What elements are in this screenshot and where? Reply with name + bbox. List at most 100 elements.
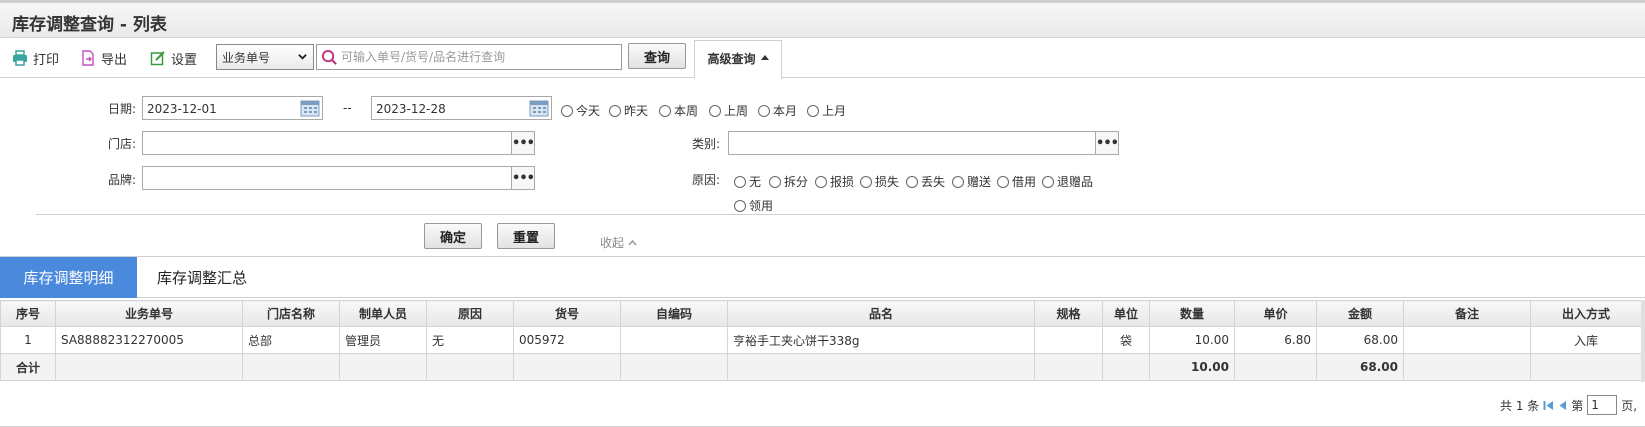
page-number-value: 1 [1591,398,1599,412]
store-picker-button[interactable]: ••• [511,131,535,155]
store-label: 门店: [108,137,137,151]
reason-lost[interactable]: 丢失 [906,173,945,190]
search-icon [321,49,337,65]
search-input[interactable] [341,48,617,66]
reason-gift[interactable]: 赠送 [952,173,991,190]
caret-up-icon [760,55,769,60]
pager: 共 1 条 第 1 页, [1500,395,1637,415]
header-qty[interactable]: 数量 [1149,300,1235,327]
reason-requisition[interactable]: 领用 [734,197,773,214]
header-remark[interactable]: 备注 [1403,300,1531,327]
header-product-name[interactable]: 品名 [727,300,1035,327]
reason-none[interactable]: 无 [734,173,761,190]
radio-label: 无 [749,175,762,189]
radio-label: 借用 [1012,175,1037,189]
header-reason[interactable]: 原因 [426,300,514,327]
total-empty [1530,353,1642,381]
date-from-value: 2023-12-01 [147,102,217,116]
date-to-field[interactable]: 2023-12-28 [371,96,552,120]
radio-circle [609,104,621,117]
reason-label: 原因: [692,173,721,187]
export-label: 导出 [101,52,128,68]
header-amount[interactable]: 金额 [1316,300,1404,327]
header-index[interactable]: 序号 [0,300,56,327]
first-page-icon[interactable] [1543,400,1554,411]
radio-label: 退赠品 [1057,175,1094,189]
search-type-select[interactable]: 业务单号 [216,44,314,70]
table-row[interactable]: 1 SA88882312270005 总部 管理员 无 005972 亨裕手工夹… [0,326,1642,354]
brand-field[interactable]: ••• [142,166,535,190]
reason-borrow[interactable]: 借用 [997,173,1036,190]
total-label: 合计 [0,353,56,381]
query-button[interactable]: 查询 [628,43,686,69]
header-store[interactable]: 门店名称 [242,300,340,327]
cell-sku: 005972 [513,326,621,354]
confirm-button[interactable]: 确定 [424,223,482,249]
cell-price: 6.80 [1234,326,1317,354]
cell-spec [1034,326,1103,354]
export-button[interactable]: 导出 [80,48,127,68]
header-sku[interactable]: 货号 [513,300,621,327]
radio-label: 领用 [749,199,774,213]
header-order-no[interactable]: 业务单号 [55,300,243,327]
prev-page-icon[interactable] [1558,400,1567,411]
print-button[interactable]: 打印 [12,48,59,68]
total-empty [513,353,621,381]
total-empty [727,353,1035,381]
date-label: 日期: [108,102,137,116]
date-from-field[interactable]: 2023-12-01 [142,96,323,120]
collapse-label: 收起 [600,236,625,250]
advanced-query-label: 高级查询 [707,52,756,66]
reason-return-gift[interactable]: 退赠品 [1042,173,1093,190]
radio-label: 昨天 [624,104,649,118]
radio-circle [807,104,819,117]
filter-divider [36,214,1645,215]
header-unit[interactable]: 单位 [1102,300,1150,327]
header-spec[interactable]: 规格 [1034,300,1103,327]
radio-label: 损失 [875,175,900,189]
radio-last-month[interactable]: 上月 [807,102,846,119]
reason-split[interactable]: 拆分 [769,173,808,190]
radio-circle [709,104,721,117]
calendar-icon[interactable] [529,99,549,117]
category-picker-button[interactable]: ••• [1095,131,1119,155]
result-tabs: 库存调整明细 库存调整汇总 [0,256,1645,298]
category-field[interactable]: ••• [728,131,1119,155]
radio-label: 赠送 [967,175,992,189]
tab-detail[interactable]: 库存调整明细 [0,257,137,298]
cell-qty: 10.00 [1149,326,1235,354]
table-scrollbar[interactable] [1641,300,1645,382]
tab-summary[interactable]: 库存调整汇总 [137,257,267,298]
chevron-down-icon [298,54,307,60]
page-number-input[interactable]: 1 [1587,395,1618,415]
reason-damage[interactable]: 报损 [815,173,854,190]
header-io-type[interactable]: 出入方式 [1530,300,1642,327]
header-self-code[interactable]: 自编码 [620,300,728,327]
detail-table: 序号 业务单号 门店名称 制单人员 原因 货号 自编码 品名 规格 单位 数量 … [0,300,1642,381]
header-creator[interactable]: 制单人员 [339,300,427,327]
pager-prefix: 第 [1571,398,1584,413]
advanced-query-tab[interactable]: 高级查询 [694,40,782,79]
radio-this-week[interactable]: 本周 [659,102,698,119]
radio-circle [769,175,781,188]
table-total-row: 合计 10.00 68.00 [0,353,1642,381]
reason-loss[interactable]: 损失 [860,173,899,190]
radio-label: 今天 [576,104,601,118]
collapse-toggle[interactable]: 收起 [600,234,637,251]
radio-last-week[interactable]: 上周 [709,102,748,119]
settings-button[interactable]: 设置 [150,48,197,68]
brand-picker-button[interactable]: ••• [511,166,535,190]
category-label: 类别: [692,137,721,151]
cell-product-name: 亨裕手工夹心饼干338g [727,326,1035,354]
total-amount: 68.00 [1316,353,1404,381]
radio-circle [906,175,918,188]
store-field[interactable]: ••• [142,131,535,155]
radio-yesterday[interactable]: 昨天 [609,102,648,119]
header-price[interactable]: 单价 [1234,300,1317,327]
calendar-icon[interactable] [300,99,320,117]
radio-today[interactable]: 今天 [561,102,600,119]
total-empty [1102,353,1150,381]
radio-this-month[interactable]: 本月 [758,102,797,119]
reset-button[interactable]: 重置 [497,223,555,249]
radio-label: 上月 [822,104,847,118]
